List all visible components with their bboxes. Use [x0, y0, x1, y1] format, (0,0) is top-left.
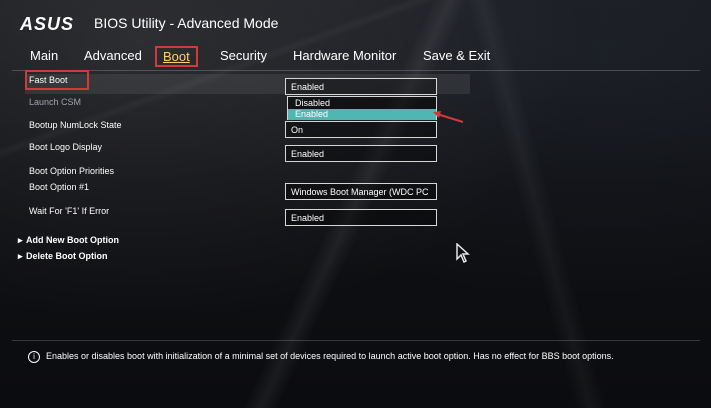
chevron-right-icon: ▸ — [18, 251, 23, 261]
window-title: BIOS Utility - Advanced Mode — [94, 15, 279, 31]
wait-f1-label: Wait For 'F1' If Error — [29, 206, 110, 216]
boot-option-1-value[interactable]: Windows Boot Manager (WDC PC — [285, 183, 437, 200]
tab-boot[interactable]: Boot — [155, 46, 198, 67]
tab-security[interactable]: Security — [220, 48, 267, 63]
dropdown-option-enabled[interactable]: Enabled — [288, 109, 436, 120]
dropdown-option-disabled[interactable]: Disabled — [288, 98, 436, 109]
launch-csm-label: Launch CSM — [29, 97, 82, 107]
asus-logo: ASUS — [20, 14, 75, 34]
tab-save-exit[interactable]: Save & Exit — [423, 48, 490, 63]
submenu-label: Add New Boot Option — [26, 235, 119, 245]
help-divider — [12, 340, 700, 341]
tab-advanced[interactable]: Advanced — [84, 48, 142, 63]
tab-divider — [12, 70, 700, 71]
info-icon: i — [28, 351, 40, 363]
tab-main[interactable]: Main — [30, 48, 58, 63]
chevron-right-icon: ▸ — [18, 235, 23, 245]
boot-priorities-header: Boot Option Priorities — [29, 166, 115, 176]
help-text: Enables or disables boot with initializa… — [46, 351, 614, 361]
fast-boot-dropdown[interactable]: Disabled Enabled — [287, 96, 437, 120]
wait-f1-value[interactable]: Enabled — [285, 209, 437, 226]
submenu-delete-boot-option[interactable]: ▸ Delete Boot Option — [18, 251, 108, 262]
submenu-add-new-boot-option[interactable]: ▸ Add New Boot Option — [18, 235, 119, 246]
mouse-cursor-icon — [456, 243, 470, 263]
fast-boot-value[interactable]: Enabled — [285, 78, 437, 95]
tab-boot-label: Boot — [163, 49, 190, 64]
boot-logo-label: Boot Logo Display — [29, 142, 103, 152]
tab-bar: Main Advanced Boot Security Hardware Mon… — [0, 46, 711, 68]
submenu-label: Delete Boot Option — [26, 251, 108, 261]
numlock-value[interactable]: On — [285, 121, 437, 138]
numlock-label: Bootup NumLock State — [29, 120, 122, 130]
tab-hardware-monitor[interactable]: Hardware Monitor — [293, 48, 396, 63]
boot-logo-value[interactable]: Enabled — [285, 145, 437, 162]
boot-option-1-label: Boot Option #1 — [29, 182, 90, 192]
fast-boot-label: Fast Boot — [29, 75, 68, 85]
